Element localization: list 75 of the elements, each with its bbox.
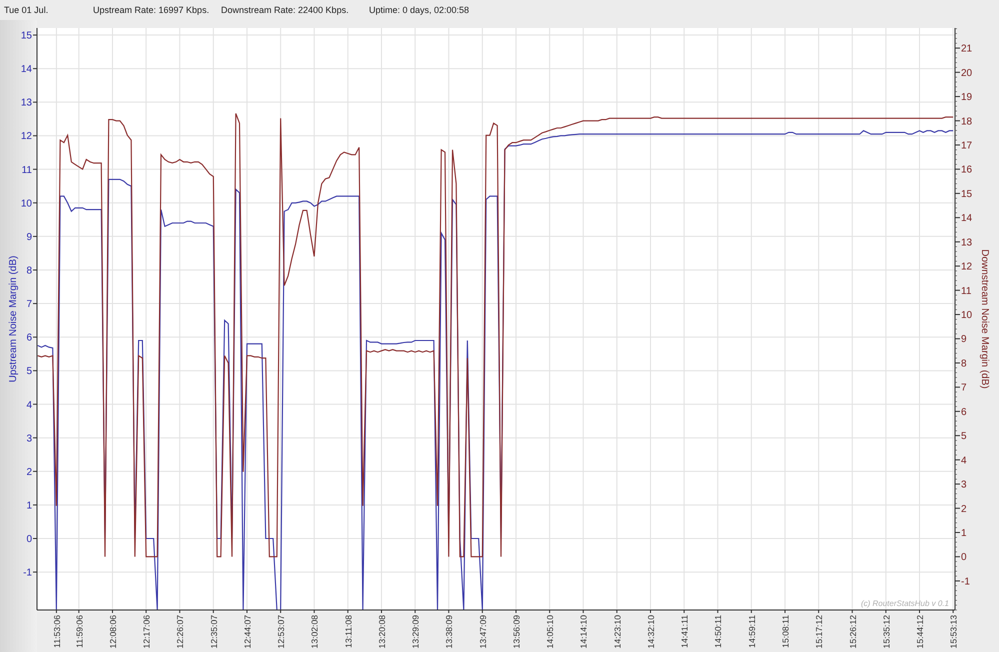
axis-tick-label: 1 xyxy=(26,500,32,512)
axis-tick-label: 0 xyxy=(961,552,967,564)
axis-tick-label: 3 xyxy=(26,433,32,444)
axis-tick-label: 4 xyxy=(26,400,32,411)
axis-tick-label: 9 xyxy=(26,232,32,243)
axis-tick-label: 8 xyxy=(26,266,32,276)
axis-title: Upstream Noise Margin (dB) xyxy=(8,256,19,382)
axis-tick-label: 17 xyxy=(961,140,972,152)
axis-tick-label: 11 xyxy=(961,286,972,297)
axis-tick-label: 13:47:09 xyxy=(478,615,488,648)
axis-tick-label: 12:44:07 xyxy=(242,615,252,648)
axis-tick-label: 13 xyxy=(961,237,972,248)
axis-tick-label: 4 xyxy=(961,455,967,466)
axis-tick-label: 6 xyxy=(26,332,32,344)
axis-tick-label: 13 xyxy=(20,98,32,109)
axis-tick-label: 11:53:06 xyxy=(52,615,62,648)
axis-title: Downstream Noise Margin (dB) xyxy=(979,249,990,389)
axis-tick-label: 15 xyxy=(20,30,32,42)
axis-tick-label: 12:17:06 xyxy=(142,615,152,648)
upstream-rate-label: Upstream Rate: 16997 Kbps. xyxy=(93,5,210,15)
axis-tick-label: 21 xyxy=(961,44,972,55)
axis-tick-label: 2 xyxy=(961,504,967,515)
axis-tick-label: 12 xyxy=(20,131,32,142)
axis-tick-label: 15:44:12 xyxy=(915,615,925,648)
axis-tick-label: -1 xyxy=(23,568,32,579)
axis-tick-label: 15:17:12 xyxy=(814,615,824,648)
axis-tick-label: 15:08:11 xyxy=(780,615,790,648)
axis-tick-label: 14:50:11 xyxy=(713,615,724,648)
axis-tick-label: 14 xyxy=(20,64,32,76)
axis-tick-label: 12:08:06 xyxy=(108,615,118,648)
axis-tick-label: 1 xyxy=(961,528,967,539)
axis-tick-label: 10 xyxy=(20,198,32,210)
axis-tick-label: 3 xyxy=(961,480,967,491)
axis-tick-label: 13:29:09 xyxy=(410,615,421,648)
uptime-label: Uptime: 0 days, 02:00:58 xyxy=(369,5,470,15)
axis-tick-label: 2 xyxy=(26,466,32,478)
axis-tick-label: 18 xyxy=(961,116,972,128)
axis-tick-label: 7 xyxy=(961,382,967,394)
axis-tick-label: 14:32:10 xyxy=(646,615,656,648)
downstream-rate-label: Downstream Rate: 22400 Kbps. xyxy=(221,5,350,15)
axis-tick-label: 13:56:09 xyxy=(512,615,522,648)
axis-tick-label: 14:23:10 xyxy=(612,615,622,648)
axis-tick-label: 15:26:12 xyxy=(848,615,858,648)
axis-tick-label: 12:53:07 xyxy=(276,615,286,648)
axis-tick-label: 5 xyxy=(961,431,967,442)
axis-tick-label: 12:26:07 xyxy=(175,615,186,648)
axis-tick-label: 0 xyxy=(26,534,32,545)
axis-tick-label: 14:59:11 xyxy=(746,615,757,648)
credit-text: (c) RouterStatsHub v 0.1 xyxy=(860,599,949,608)
axis-tick-label: 14:41:11 xyxy=(680,615,690,648)
axis-tick-label: 12 xyxy=(961,262,972,273)
axis-tick-label: 15:35:12 xyxy=(881,615,892,648)
axis-tick-label: 9 xyxy=(961,334,967,346)
axis-tick-label: 14:14:10 xyxy=(578,615,589,648)
axis-tick-label: 11:59:06 xyxy=(74,615,84,648)
axis-tick-label: 7 xyxy=(26,299,32,310)
axis-tick-label: 15 xyxy=(961,188,972,200)
axis-tick-label: 13:38:09 xyxy=(444,615,454,648)
axis-tick-label: 13:11:08 xyxy=(343,615,354,648)
axis-tick-label: 19 xyxy=(961,92,972,104)
axis-tick-label: 15:53:13 xyxy=(948,615,959,648)
axis-tick-label: 13:20:08 xyxy=(376,615,387,648)
axis-tick-label: 13:02:08 xyxy=(310,615,320,648)
axis-tick-label: 14:05:10 xyxy=(545,615,556,648)
axis-tick-label: 14 xyxy=(961,213,972,224)
axis-tick-label: 8 xyxy=(961,358,967,370)
axis-tick-label: 10 xyxy=(961,310,972,322)
axis-tick-label: 11 xyxy=(22,164,32,176)
axis-tick-label: 12:35:07 xyxy=(208,615,219,648)
axis-tick-label: 20 xyxy=(961,68,972,79)
axis-tick-label: 5 xyxy=(26,366,32,378)
date-label: Tue 01 Jul. xyxy=(4,5,50,15)
axis-tick-label: -1 xyxy=(961,576,970,588)
axis-tick-label: 6 xyxy=(961,406,967,418)
axis-tick-label: 16 xyxy=(961,164,972,176)
